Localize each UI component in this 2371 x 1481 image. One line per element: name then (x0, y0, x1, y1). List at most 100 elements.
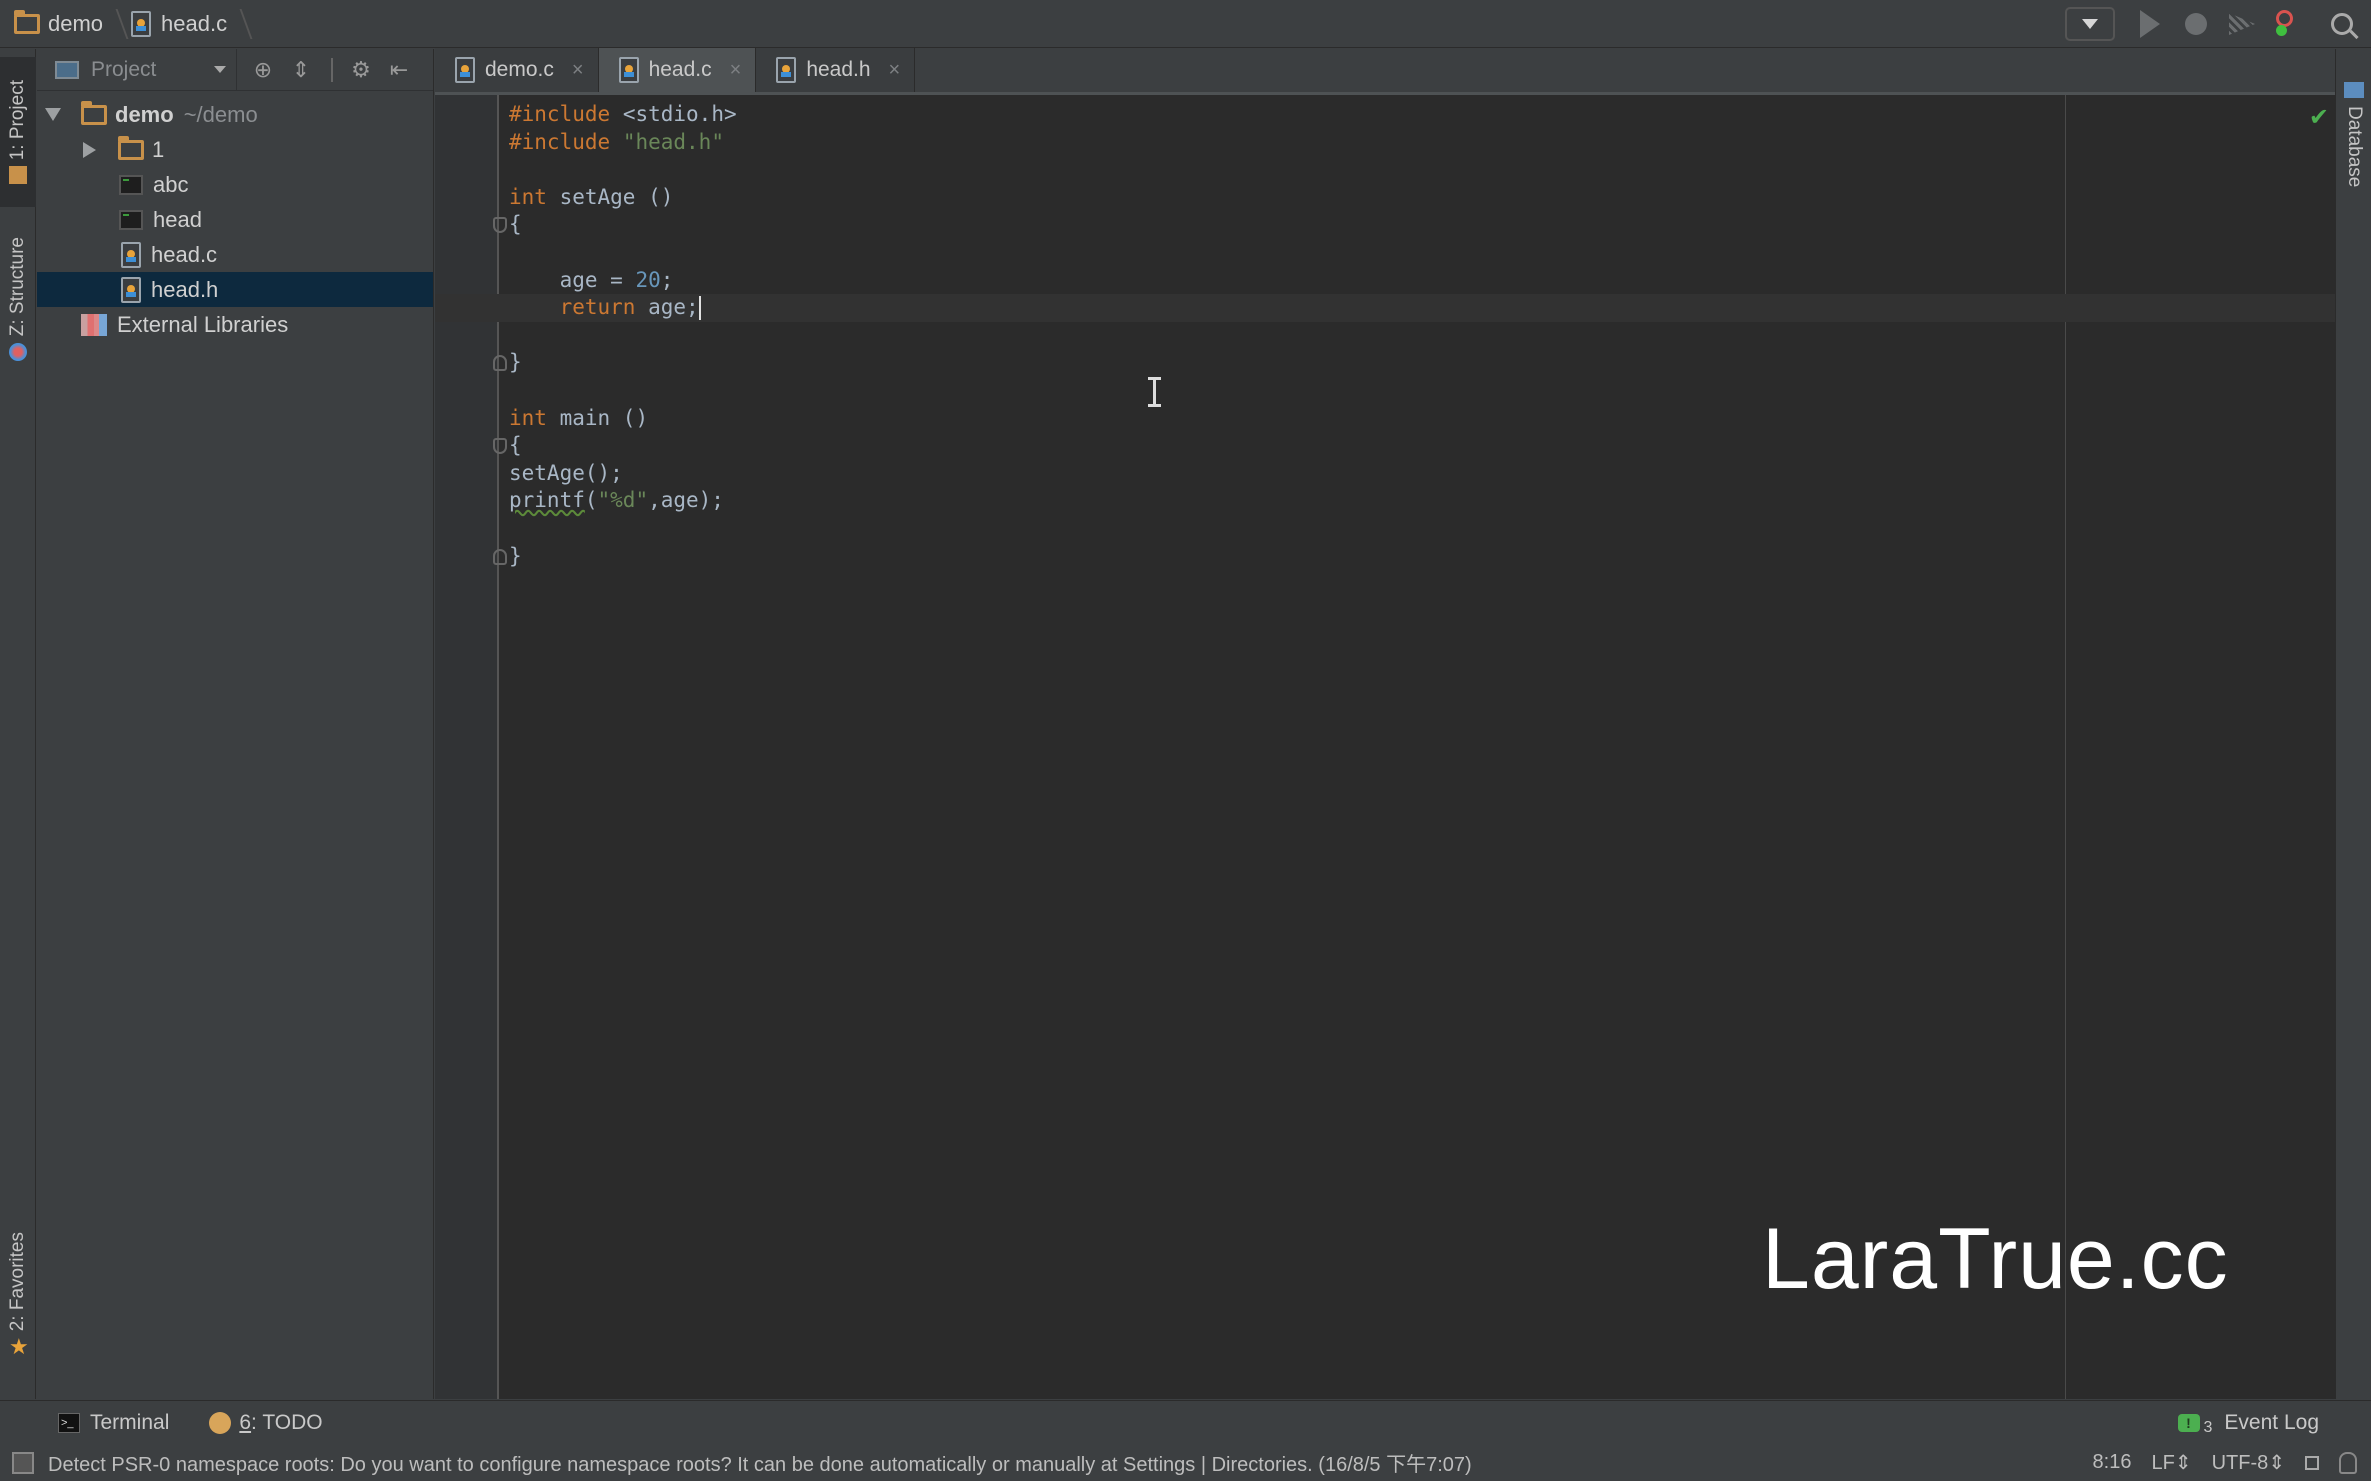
terminal-tool-button[interactable]: >_ Terminal (58, 1411, 169, 1435)
code-line: int main () (509, 405, 2335, 433)
tab-label: head.h (806, 58, 871, 81)
close-icon[interactable]: × (572, 59, 584, 82)
tree-item-folder-1[interactable]: 1 (37, 132, 433, 167)
run-configuration-dropdown[interactable] (2065, 7, 2115, 41)
caret-position[interactable]: 8:16 (2093, 1451, 2132, 1474)
code-line-current: return age; (435, 294, 2335, 322)
c-file-icon (121, 241, 141, 268)
encoding-selector[interactable]: UTF-8⇕ (2212, 1450, 2285, 1475)
left-tool-stripe: 1: Project Z: Structure 2: Favorites ★ (0, 49, 36, 1399)
brace: } (509, 543, 522, 568)
line-separator-selector[interactable]: LF⇕ (2151, 1450, 2191, 1475)
tree-item-abc[interactable]: abc (37, 167, 433, 202)
tab-favorites-label: 2: Favorites (7, 1232, 28, 1332)
type-keyword: int (509, 405, 547, 430)
include-path: <stdio.h> (622, 102, 737, 126)
run-button[interactable] (2133, 7, 2167, 41)
tree-item-label: head (153, 206, 202, 232)
fold-marker-icon[interactable] (493, 355, 507, 372)
chevron-down-icon (2082, 19, 2098, 29)
tab-project[interactable]: 1: Project (0, 57, 36, 207)
attach-debugger-button[interactable] (2271, 7, 2305, 41)
tree-item-label: External Libraries (117, 311, 289, 337)
scroll-from-source-icon[interactable]: ⊕ (251, 57, 275, 82)
hide-panel-icon[interactable]: ⇤ (387, 57, 411, 82)
executable-icon (119, 174, 143, 195)
terminal-icon: >_ (58, 1412, 80, 1433)
code-line: } (493, 349, 2335, 377)
fold-marker-icon[interactable] (493, 438, 507, 455)
editor-gutter[interactable] (435, 95, 499, 1399)
breadcrumb-head-c[interactable]: head.c (131, 8, 255, 39)
function-call: setAge(); (509, 460, 623, 485)
project-view-selector[interactable]: Project (37, 48, 237, 91)
close-icon[interactable]: × (730, 59, 742, 82)
todo-icon (209, 1411, 232, 1434)
library-icon (81, 313, 107, 336)
gear-icon[interactable]: ⚙ (349, 57, 373, 82)
coverage-button[interactable] (2225, 7, 2259, 41)
fold-marker-icon[interactable] (493, 217, 507, 234)
collapse-all-icon[interactable]: ⇕ (289, 57, 313, 82)
function-signature: main () (559, 405, 649, 430)
expand-arrow-icon[interactable] (45, 108, 61, 121)
breadcrumb-separator (105, 8, 129, 39)
tab-head-h[interactable]: head.h × (756, 48, 916, 92)
run-icon (2140, 10, 2160, 38)
close-icon[interactable]: × (889, 59, 901, 82)
tree-item-external-libraries[interactable]: External Libraries (37, 307, 433, 342)
right-tool-stripe: Database (2335, 49, 2371, 1399)
text-caret (698, 296, 701, 321)
todo-label: : TODO (251, 1410, 323, 1434)
tab-structure[interactable]: Z: Structure (0, 219, 36, 379)
format-string: "%d" (597, 488, 649, 513)
tree-item-demo[interactable]: demo ~/demo (37, 97, 433, 132)
folder-icon (14, 9, 40, 34)
tree-item-path: ~/demo (183, 101, 258, 127)
tab-demo-c[interactable]: demo.c × (435, 48, 599, 92)
code-editor[interactable]: ✔ #include <stdio.h> #include "head.h" i… (435, 95, 2335, 1399)
lock-icon[interactable] (2305, 1455, 2319, 1470)
event-log-button[interactable]: ! 3 Event Log (2177, 1409, 2319, 1437)
collapse-arrow-icon[interactable] (83, 141, 96, 158)
todo-tool-button[interactable]: 6: TODO (209, 1410, 323, 1435)
tab-head-c[interactable]: head.c × (598, 48, 757, 92)
tree-item-head-h[interactable]: head.h (37, 272, 433, 307)
tab-favorites[interactable]: 2: Favorites ★ (0, 1219, 36, 1369)
search-everywhere-button[interactable] (2331, 13, 2353, 35)
status-message[interactable]: Detect PSR-0 namespace roots: Do you wan… (48, 1448, 1472, 1477)
status-bar: Detect PSR-0 namespace roots: Do you wan… (0, 1444, 2371, 1481)
database-icon (2344, 82, 2364, 99)
c-file-icon (618, 57, 639, 83)
preprocessor-keyword: #include (509, 102, 611, 126)
breadcrumb-label: demo (48, 10, 104, 36)
executable-icon (119, 209, 143, 230)
brace: { (509, 433, 522, 458)
c-file-icon (131, 10, 152, 37)
terminal-label: Terminal (90, 1410, 170, 1434)
tab-label: demo.c (485, 58, 554, 81)
code-content[interactable]: #include <stdio.h> #include "head.h" int… (435, 101, 2335, 570)
debug-button[interactable] (2179, 7, 2213, 41)
inspector-icon[interactable] (2339, 1451, 2357, 1474)
breadcrumb-demo[interactable]: demo (14, 8, 131, 39)
toggle-tool-windows-icon[interactable] (12, 1451, 34, 1474)
c-file-icon (455, 57, 475, 83)
tab-database[interactable]: Database (2336, 65, 2371, 205)
project-icon (9, 166, 27, 185)
code-line: #include <stdio.h> (509, 101, 2335, 129)
project-view-label: Project (91, 57, 157, 81)
code-line: setAge(); (509, 460, 2335, 488)
tree-item-label: head.c (151, 241, 218, 267)
tab-project-label: 1: Project (7, 79, 28, 161)
folder-icon (81, 100, 107, 125)
preprocessor-keyword: #include (509, 129, 611, 154)
fold-marker-icon[interactable] (493, 548, 507, 565)
tree-item-head-c[interactable]: head.c (37, 237, 433, 272)
h-file-icon (121, 276, 141, 303)
mouse-ibeam-cursor-icon (1148, 377, 1161, 407)
tree-item-head[interactable]: head (37, 202, 433, 237)
paren: ( (584, 488, 598, 513)
